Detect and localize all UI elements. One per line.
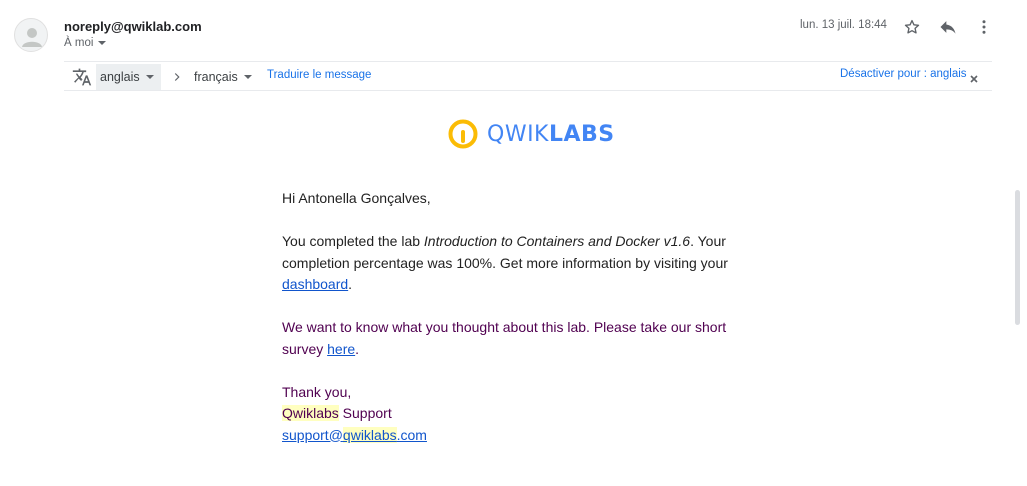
thanks-line: Thank you, bbox=[282, 383, 352, 400]
source-language-select[interactable]: anglais bbox=[96, 64, 161, 90]
target-language-select[interactable]: français bbox=[194, 64, 252, 90]
person-icon bbox=[22, 28, 42, 47]
logo-wordmark-labs: LABS bbox=[548, 121, 615, 147]
support-email-user: support@ bbox=[282, 426, 343, 443]
translate-message-link[interactable]: Traduire le message bbox=[267, 69, 371, 81]
more-vert-icon bbox=[982, 20, 986, 34]
greeting: Hi Antonella Gonçalves, bbox=[282, 190, 431, 206]
recipient-label: À moi bbox=[64, 37, 94, 49]
completion-paragraph: You completed the lab Introduction to Co… bbox=[282, 231, 752, 296]
sender-email[interactable]: noreply@qwiklab.com bbox=[64, 19, 202, 34]
scrollbar-thumb[interactable] bbox=[1015, 190, 1020, 325]
recipient-details-caret-icon[interactable] bbox=[98, 40, 107, 45]
completion-period: . bbox=[348, 276, 353, 292]
translate-icon bbox=[72, 67, 92, 87]
chevron-right-icon bbox=[170, 70, 184, 84]
signature-brand: Qwiklabs bbox=[282, 405, 339, 421]
lab-title: Introduction to Containers and Docker v1… bbox=[423, 233, 691, 249]
source-language-label: anglais bbox=[100, 70, 140, 84]
dashboard-link[interactable]: dashboard bbox=[282, 276, 348, 292]
support-email-domain: .com bbox=[396, 426, 427, 443]
support-email-link[interactable]: support@qwiklabs.com bbox=[282, 426, 427, 443]
disable-translation-link[interactable]: Désactiver pour : anglais bbox=[840, 68, 967, 80]
signature: Thank you, Qwiklabs Support support@qwik… bbox=[282, 382, 752, 447]
survey-paragraph: We want to know what you thought about t… bbox=[282, 317, 752, 360]
star-button[interactable] bbox=[900, 15, 924, 39]
qwiklabs-logo-icon bbox=[448, 119, 478, 149]
close-icon[interactable] bbox=[969, 71, 979, 83]
message-body: Hi Antonella Gonçalves, You completed th… bbox=[282, 188, 752, 446]
star-icon bbox=[904, 19, 920, 34]
more-options-button[interactable] bbox=[972, 15, 996, 39]
logo-wordmark-qwik: QWIK bbox=[487, 121, 549, 147]
survey-period: . bbox=[355, 340, 360, 357]
translate-bar: anglais français Traduire le message Dés… bbox=[64, 61, 992, 91]
reply-icon bbox=[940, 21, 956, 34]
signature-team: Qwiklabs Support bbox=[282, 403, 752, 425]
sender-avatar[interactable] bbox=[14, 18, 48, 52]
logo-wordmark: QWIKLABS bbox=[487, 122, 615, 147]
target-language-caret-icon bbox=[243, 75, 252, 79]
qwiklabs-logo: QWIKLABS bbox=[447, 118, 615, 150]
signature-rest: Support bbox=[338, 405, 392, 421]
reply-button[interactable] bbox=[936, 15, 960, 39]
source-language-caret-icon bbox=[145, 75, 154, 79]
support-email-brand: qwiklabs bbox=[342, 426, 397, 443]
recipient-line[interactable]: À moi bbox=[64, 37, 107, 49]
survey-link[interactable]: here bbox=[327, 341, 355, 357]
message-date: lun. 13 juil. 18:44 bbox=[800, 19, 887, 31]
target-language-label: français bbox=[194, 70, 238, 84]
completion-text-1: You completed the lab bbox=[282, 233, 424, 249]
